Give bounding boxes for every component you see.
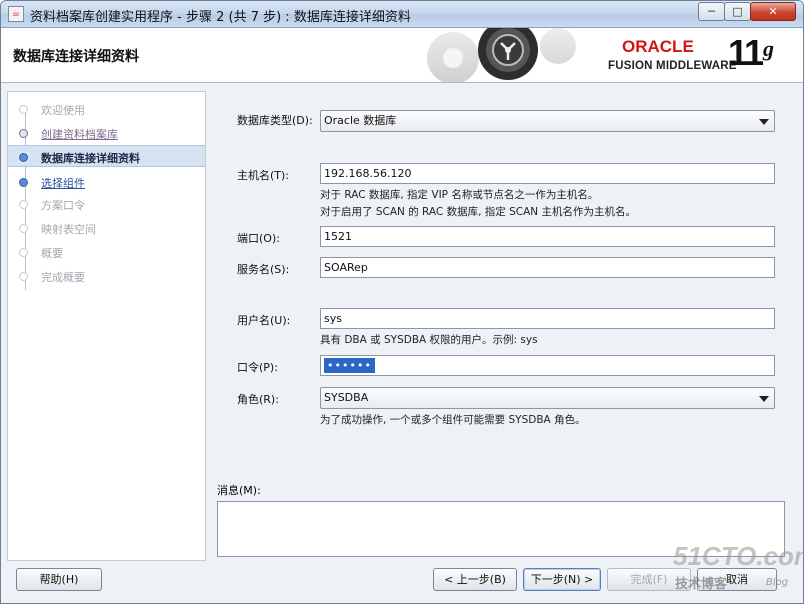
main-form: 数据库类型(D): Oracle 数据库 主机名(T): 192.168.56.… bbox=[208, 91, 798, 561]
step-dot-icon bbox=[19, 153, 28, 162]
nav-step-label: 完成概要 bbox=[41, 271, 85, 284]
db-type-value: Oracle 数据库 bbox=[324, 114, 397, 127]
step-dot-icon bbox=[19, 224, 28, 233]
nav-step-label: 概要 bbox=[41, 247, 63, 260]
chevron-down-icon bbox=[759, 396, 769, 402]
nav-step-create-repository[interactable]: 创建资料档案库 bbox=[8, 122, 205, 144]
wizard-window: ☕ 资料档案库创建实用程序 - 步骤 2 (共 7 步) : 数据库连接详细资料… bbox=[0, 0, 804, 604]
page-title: 数据库连接详细资料 bbox=[13, 49, 139, 65]
nav-step-label: 欢迎使用 bbox=[41, 104, 85, 117]
nav-step-label: 映射表空间 bbox=[41, 223, 96, 236]
nav-step-summary: 概要 bbox=[8, 241, 205, 263]
oracle-logo: ORACLE bbox=[622, 37, 694, 56]
username-input[interactable]: sys bbox=[320, 308, 775, 329]
version-suffix: g bbox=[763, 36, 774, 61]
next-button[interactable]: 下一步(N) > bbox=[523, 568, 601, 591]
messages-label: 消息(M): bbox=[217, 484, 261, 497]
host-input[interactable]: 192.168.56.120 bbox=[320, 163, 775, 184]
nav-step-completion-summary: 完成概要 bbox=[8, 265, 205, 287]
service-label: 服务名(S): bbox=[237, 263, 290, 276]
nav-step-map-tablespaces: 映射表空间 bbox=[8, 217, 205, 239]
port-input[interactable]: 1521 bbox=[320, 226, 775, 247]
role-hint: 为了成功操作, 一个或多个组件可能需要 SYSDBA 角色。 bbox=[320, 414, 586, 426]
maximize-button[interactable]: □ bbox=[724, 2, 751, 21]
service-name-input[interactable]: SOARep bbox=[320, 257, 775, 278]
version-logo: 11 bbox=[728, 32, 764, 73]
back-button[interactable]: < 上一步(B) bbox=[433, 568, 517, 591]
gears-decoration-icon bbox=[427, 28, 576, 82]
step-dot-icon bbox=[19, 248, 28, 257]
nav-step-label: 创建资料档案库 bbox=[41, 128, 118, 141]
port-label: 端口(O): bbox=[237, 232, 280, 245]
nav-step-db-connection[interactable]: 数据库连接详细资料 bbox=[8, 145, 205, 167]
nav-step-label: 选择组件 bbox=[41, 177, 85, 190]
nav-step-welcome: 欢迎使用 bbox=[8, 98, 205, 120]
step-dot-icon bbox=[19, 272, 28, 281]
minimize-button[interactable]: ─ bbox=[698, 2, 725, 21]
nav-step-label: 方案口令 bbox=[41, 199, 85, 212]
password-label: 口令(P): bbox=[237, 361, 278, 374]
db-type-label: 数据库类型(D): bbox=[237, 114, 313, 127]
db-type-select[interactable]: Oracle 数据库 bbox=[320, 110, 775, 132]
chevron-down-icon bbox=[759, 119, 769, 125]
step-dot-icon bbox=[19, 200, 28, 209]
watermark-site: 51CTO.com bbox=[673, 541, 804, 571]
java-app-icon: ☕ bbox=[8, 6, 24, 22]
watermark-blog: Blog bbox=[766, 577, 789, 588]
window-title: 资料档案库创建实用程序 - 步骤 2 (共 7 步) : 数据库连接详细资料 bbox=[30, 10, 411, 25]
nav-step-label: 数据库连接详细资料 bbox=[41, 152, 140, 165]
role-value: SYSDBA bbox=[324, 391, 369, 404]
header-banner: 数据库连接详细资料 ORACLE FUSION MIDDLEWARE 11 g bbox=[1, 28, 803, 83]
fusion-middleware-logo: FUSION MIDDLEWARE bbox=[608, 60, 737, 72]
host-label: 主机名(T): bbox=[237, 169, 290, 182]
nav-step-select-components[interactable]: 选择组件 bbox=[8, 171, 205, 193]
password-input[interactable]: •••••• bbox=[320, 355, 775, 376]
password-masked-value: •••••• bbox=[324, 358, 375, 373]
role-label: 角色(R): bbox=[237, 393, 279, 406]
host-hint-1: 对于 RAC 数据库, 指定 VIP 名称或节点名之一作为主机名。 bbox=[320, 189, 599, 201]
step-dot-icon bbox=[19, 178, 28, 187]
nav-step-schema-passwords: 方案口令 bbox=[8, 193, 205, 215]
help-button[interactable]: 帮助(H) bbox=[16, 568, 102, 591]
username-label: 用户名(U): bbox=[237, 314, 291, 327]
watermark-subtitle: 技术博客 bbox=[675, 577, 728, 592]
username-hint: 具有 DBA 或 SYSDBA 权限的用户。示例: sys bbox=[320, 334, 538, 346]
title-bar: ☕ 资料档案库创建实用程序 - 步骤 2 (共 7 步) : 数据库连接详细资料… bbox=[1, 1, 803, 28]
role-select[interactable]: SYSDBA bbox=[320, 387, 775, 409]
host-hint-2: 对于启用了 SCAN 的 RAC 数据库, 指定 SCAN 主机名作为主机名。 bbox=[320, 206, 636, 218]
close-button[interactable]: ✕ bbox=[750, 2, 796, 21]
step-dot-icon bbox=[19, 129, 28, 138]
wizard-steps-nav: 欢迎使用 创建资料档案库 数据库连接详细资料 选择组件 方案口令 映射表空间 概… bbox=[7, 91, 206, 561]
step-dot-icon bbox=[19, 105, 28, 114]
